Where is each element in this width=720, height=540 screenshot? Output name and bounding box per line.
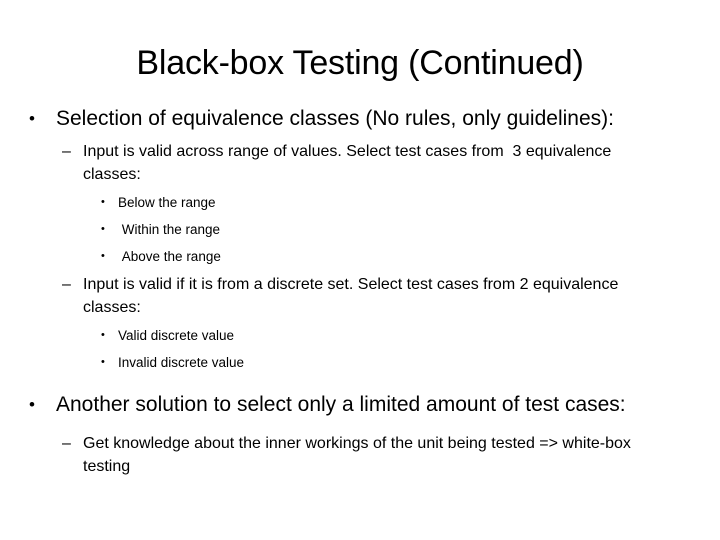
bullet-text: Input is valid if it is from a discrete … — [83, 276, 623, 316]
bullet-text: Below the range — [118, 195, 216, 210]
bullet-text: Above the range — [118, 249, 221, 264]
bullet-text: Input is valid across range of values. S… — [83, 143, 616, 183]
bullet-level3: • Invalid discrete value — [0, 352, 720, 373]
bullet-marker-icon: • — [101, 196, 105, 208]
bullet-text: Selection of equivalence classes (No rul… — [56, 107, 614, 130]
bullet-marker-icon: • — [29, 395, 35, 414]
bullet-marker-icon: • — [101, 356, 105, 368]
bullet-text: Invalid discrete value — [118, 355, 245, 370]
dash-marker-icon: – — [62, 143, 71, 160]
bullet-text: Valid discrete value — [118, 328, 235, 343]
slide: Black-box Testing (Continued) • Selectio… — [0, 0, 720, 540]
bullet-text: Within the range — [118, 222, 221, 237]
bullet-text: Get knowledge about the inner workings o… — [83, 435, 636, 475]
dash-marker-icon: – — [62, 435, 71, 452]
bullet-marker-icon: • — [101, 329, 105, 341]
bullet-level3: • Valid discrete value — [0, 325, 720, 346]
bullet-marker-icon: • — [101, 250, 105, 262]
bullet-marker-icon: • — [29, 109, 35, 128]
bullet-level2: – Input is valid across range of values.… — [0, 140, 720, 186]
bullet-level1: • Another solution to select only a limi… — [0, 390, 720, 420]
bullet-level3: • Within the range — [0, 219, 720, 240]
bullet-text: Another solution to select only a limite… — [56, 393, 626, 416]
bullet-marker-icon: • — [101, 223, 105, 235]
dash-marker-icon: – — [62, 276, 71, 293]
bullet-level3: • Above the range — [0, 246, 720, 267]
bullet-level2: – Get knowledge about the inner workings… — [0, 432, 720, 478]
bullet-level1: • Selection of equivalence classes (No r… — [0, 104, 720, 134]
bullet-level3: • Below the range — [0, 192, 720, 213]
slide-title: Black-box Testing (Continued) — [136, 44, 584, 82]
slide-body: • Selection of equivalence classes (No r… — [0, 104, 720, 478]
bullet-level2: – Input is valid if it is from a discret… — [0, 273, 720, 319]
